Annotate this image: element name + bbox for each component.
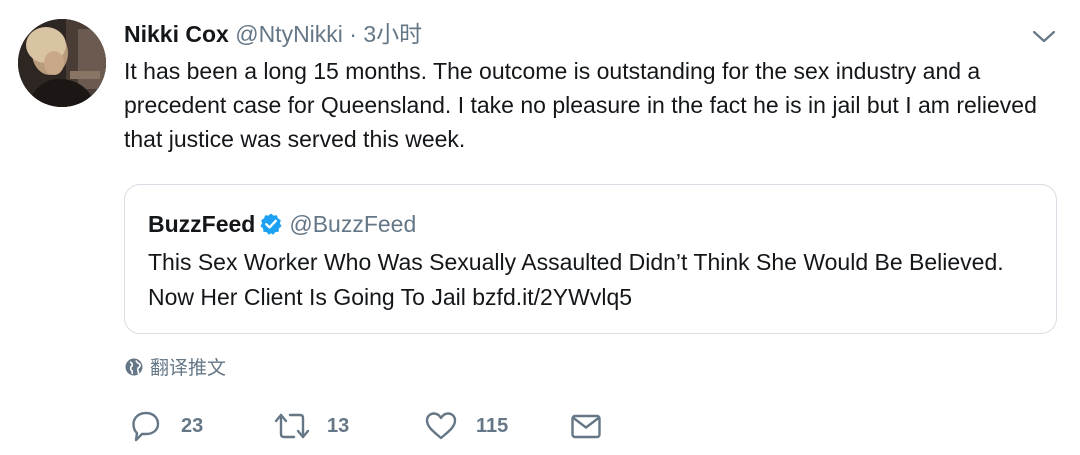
reply-count: 23 — [181, 415, 204, 437]
retweet-icon — [274, 413, 310, 439]
tweet-actions: 23 13 115 — [0, 408, 1080, 444]
share-button[interactable] — [570, 408, 604, 444]
heart-icon — [425, 412, 457, 440]
tweet-timestamp[interactable]: 3小时 — [363, 21, 422, 47]
tweet-text: It has been a long 15 months. The outcom… — [124, 58, 1037, 152]
avatar[interactable] — [18, 19, 106, 107]
avatar-image — [18, 19, 106, 107]
reply-button[interactable]: 23 — [131, 408, 221, 444]
like-count: 115 — [476, 415, 509, 437]
quoted-author-handle: @BuzzFeed — [289, 211, 417, 237]
tweet-menu-button[interactable] — [1030, 24, 1058, 48]
quoted-tweet-card[interactable]: BuzzFeed @BuzzFeed This Sex Worker Who W… — [124, 184, 1057, 334]
chevron-down-icon — [1032, 30, 1056, 43]
header-separator: · — [349, 21, 357, 47]
translate-label: 翻译推文 — [150, 358, 227, 379]
reply-icon — [132, 411, 160, 442]
author-handle[interactable]: @NtyNikki — [235, 21, 343, 47]
quoted-tweet-header: BuzzFeed @BuzzFeed — [148, 209, 416, 239]
quoted-author-name: BuzzFeed — [148, 211, 256, 237]
retweet-count: 13 — [327, 415, 350, 437]
mail-icon — [571, 414, 601, 439]
like-button[interactable]: 115 — [424, 408, 524, 444]
quoted-tweet-text: This Sex Worker Who Was Sexually Assault… — [148, 249, 1004, 310]
retweet-button[interactable]: 13 — [272, 408, 372, 444]
verified-badge-icon — [259, 212, 283, 236]
author-name[interactable]: Nikki Cox — [124, 21, 229, 47]
globe-icon — [124, 357, 144, 377]
tweet-header: Nikki Cox @NtyNikki · 3小时 — [124, 18, 422, 50]
translate-tweet-link[interactable]: 翻译推文 — [124, 354, 226, 384]
